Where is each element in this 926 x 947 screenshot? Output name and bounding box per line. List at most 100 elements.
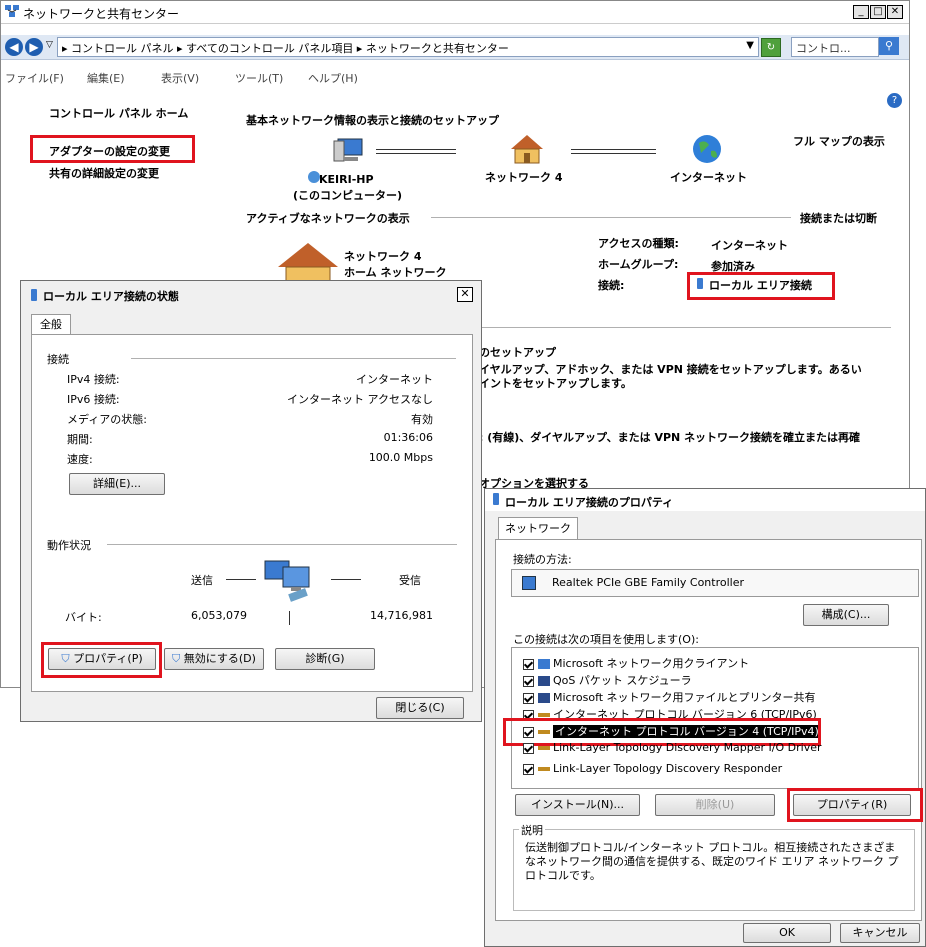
details-button[interactable]: 詳細(E)... (69, 473, 165, 495)
ok-button[interactable]: OK (743, 923, 831, 943)
highlight-status-properties (41, 642, 162, 678)
divider (431, 217, 791, 218)
menu-tools[interactable]: ツール(T) (235, 70, 283, 86)
activity-header: 動作状況 (47, 539, 91, 552)
full-map-link[interactable]: フル マップの表示 (793, 133, 885, 149)
map-line-1 (376, 149, 456, 154)
checkbox[interactable] (523, 763, 534, 775)
duration-label: 期間: (67, 433, 93, 446)
received-label: 受信 (399, 574, 421, 587)
protocol-icon (538, 713, 550, 717)
highlight-item-properties (787, 788, 923, 822)
protocol-icon (538, 746, 550, 750)
computer-icon (332, 137, 366, 168)
search-input[interactable]: コントロ... (791, 37, 879, 57)
status-title: ローカル エリア接続の状態 (43, 290, 179, 303)
ipv4-label: IPv4 接続: (67, 373, 120, 386)
menu-view[interactable]: 表示(V) (161, 70, 199, 86)
install-button[interactable]: インストール(N)... (515, 794, 640, 816)
map-line-2 (571, 149, 656, 154)
network-name: ネットワーク 4 (344, 250, 422, 263)
highlight-adapter (30, 135, 195, 163)
connect-using-label: 接続の方法: (513, 553, 572, 566)
checkbox[interactable] (523, 742, 534, 754)
disable-button[interactable]: ⛉ 無効にする(D) (164, 648, 264, 670)
tab-general[interactable]: 全般 (31, 314, 71, 335)
setup-connection-link[interactable]: のセットアップ (479, 344, 556, 360)
list-item[interactable]: Microsoft ネットワーク用ファイルとプリンター共有 (523, 689, 816, 705)
connect-disconnect-link[interactable]: 接続または切断 (800, 210, 877, 226)
disable-label: 無効にする(D) (183, 652, 256, 665)
bytes-label: バイト: (65, 611, 102, 624)
sent-label: 送信 (191, 574, 213, 587)
client-icon (538, 659, 550, 669)
close-button[interactable]: ✕ (887, 5, 903, 19)
ipv6-label: IPv6 接続: (67, 393, 120, 406)
title-bar: ネットワークと共有センター _ □ ✕ (1, 1, 909, 24)
checkbox[interactable] (523, 675, 534, 687)
highlight-connection (687, 272, 835, 300)
properties-dialog: ローカル エリア接続のプロパティ ネットワーク 接続の方法: Realtek P… (484, 488, 926, 947)
status-dialog: ローカル エリア接続の状態 ✕ 全般 接続 IPv4 接続: インターネット I… (20, 280, 482, 722)
uninstall-button[interactable]: 削除(U) (655, 794, 775, 816)
sidebar-sharing-link[interactable]: 共有の詳細設定の変更 (49, 165, 159, 181)
connection-header: 接続 (47, 353, 69, 366)
list-item[interactable]: Microsoft ネットワーク用クライアント (523, 655, 749, 671)
item-label: QoS パケット スケジューラ (553, 674, 692, 687)
dropdown-chevron-icon[interactable]: ▼ (746, 40, 754, 51)
access-type-label: アクセスの種類: (598, 237, 679, 250)
status-panel (31, 334, 473, 692)
forward-icon[interactable]: ▶ (25, 38, 43, 56)
divider-2 (481, 327, 891, 328)
tab-network[interactable]: ネットワーク (498, 517, 578, 540)
list-item[interactable]: QoS パケット スケジューラ (523, 672, 692, 688)
cancel-button[interactable]: キャンセル (840, 923, 920, 943)
network-type-link[interactable]: ホーム ネットワーク (344, 264, 447, 280)
description-text: 伝送制御プロトコル/インターネット プロトコル。相互接続されたさまざまなネットワ… (525, 841, 899, 882)
menu-help[interactable]: ヘルプ(H) (308, 70, 358, 86)
map-computer-sub: (このコンピューター) (293, 189, 403, 202)
activity-computers-icon (263, 557, 319, 610)
chevron-down-icon[interactable]: ▽ (46, 40, 53, 50)
checkbox[interactable] (523, 692, 534, 704)
diagnose-button[interactable]: 診断(G) (275, 648, 375, 670)
network-icon (5, 5, 19, 17)
item-label: Link-Layer Topology Discovery Responder (553, 762, 783, 775)
search-icon[interactable]: ⚲ (879, 37, 899, 55)
item-label: Microsoft ネットワーク用ファイルとプリンター共有 (553, 691, 816, 704)
menu-file[interactable]: ファイル(F) (5, 70, 64, 86)
item-label: Link-Layer Topology Discovery Mapper I/O… (553, 741, 822, 754)
status-close-button[interactable]: 閉じる(C) (376, 697, 464, 719)
globe-icon (691, 133, 723, 168)
adapter-box: Realtek PCIe GBE Family Controller (511, 569, 919, 597)
speed-label: 速度: (67, 453, 93, 466)
checkbox[interactable] (523, 658, 534, 670)
status-close-icon[interactable]: ✕ (457, 287, 473, 302)
address-box[interactable]: ▸ コントロール パネル ▸ すべてのコントロール パネル項目 ▸ ネットワーク… (57, 37, 759, 57)
menu-edit[interactable]: 編集(E) (87, 70, 125, 86)
map-computer-name: KEIRI-HP (319, 173, 374, 186)
items-label: この接続は次の項目を使用します(O): (513, 633, 699, 646)
minimize-button[interactable]: _ (853, 5, 869, 19)
speed-value: 100.0 Mbps (368, 451, 433, 464)
received-line (331, 579, 361, 580)
connection-divider (131, 358, 456, 359)
help-icon[interactable]: ? (887, 93, 902, 108)
breadcrumb: ▸ コントロール パネル ▸ すべてのコントロール パネル項目 ▸ ネットワーク… (62, 42, 509, 55)
homegroup-label: ホームグループ: (598, 258, 679, 271)
list-item[interactable]: Link-Layer Topology Discovery Responder (523, 762, 782, 775)
configure-button[interactable]: 構成(C)... (803, 604, 889, 626)
search-placeholder: コントロ... (796, 42, 851, 55)
setup-desc-2: イントをセットアップします。 (479, 377, 632, 390)
sidebar-home-link[interactable]: コントロール パネル ホーム (49, 105, 188, 121)
bytes-sent-value: 6,053,079 (191, 609, 247, 622)
nic-icon (522, 576, 536, 590)
protocol-icon (538, 767, 550, 771)
address-bar-row: ◀ ▶ ▽ ▸ コントロール パネル ▸ すべてのコントロール パネル項目 ▸ … (1, 35, 909, 60)
description-label: 説明 (519, 822, 545, 838)
refresh-icon[interactable]: ↻ (761, 38, 781, 57)
maximize-button[interactable]: □ (870, 5, 886, 19)
list-item[interactable]: Link-Layer Topology Discovery Mapper I/O… (523, 741, 822, 754)
sent-line (226, 579, 256, 580)
back-icon[interactable]: ◀ (5, 38, 23, 56)
